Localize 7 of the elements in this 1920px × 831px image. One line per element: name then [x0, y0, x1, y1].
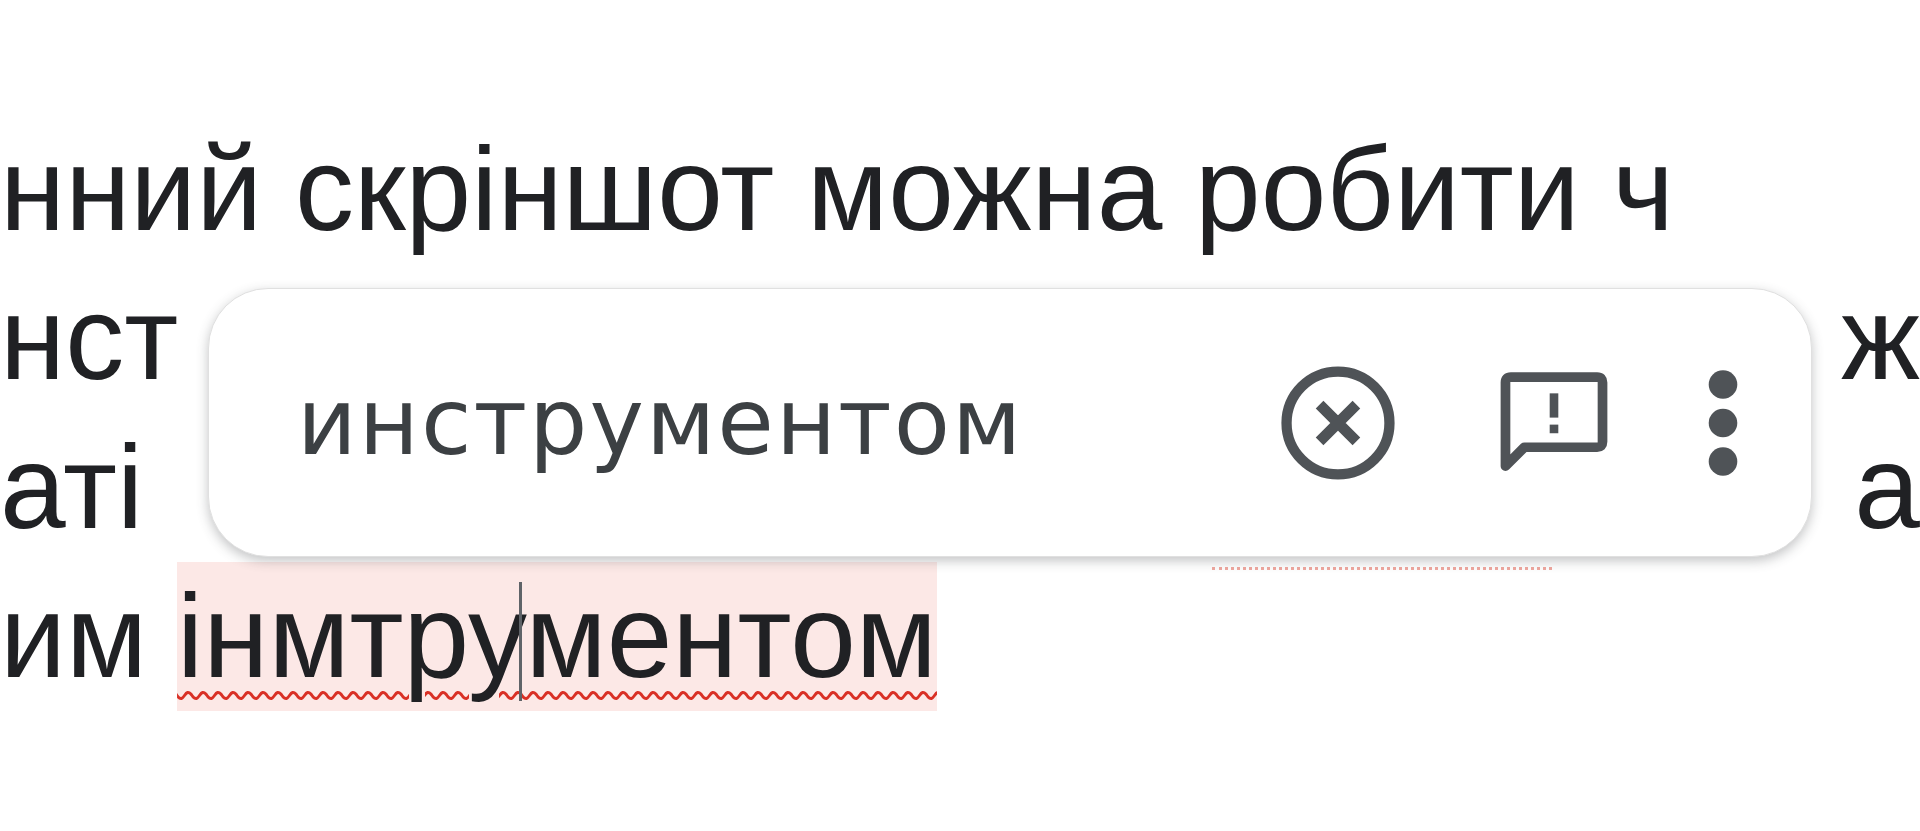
- document-text: им: [0, 569, 148, 704]
- document-text: нний скріншот можна робити ч: [0, 122, 1674, 257]
- document-text: аті: [0, 420, 144, 555]
- document-text: ж: [1841, 271, 1920, 406]
- suggestion-button[interactable]: инструментом: [297, 353, 1024, 492]
- document-text: а: [1854, 420, 1920, 555]
- document-text: нст: [0, 271, 179, 406]
